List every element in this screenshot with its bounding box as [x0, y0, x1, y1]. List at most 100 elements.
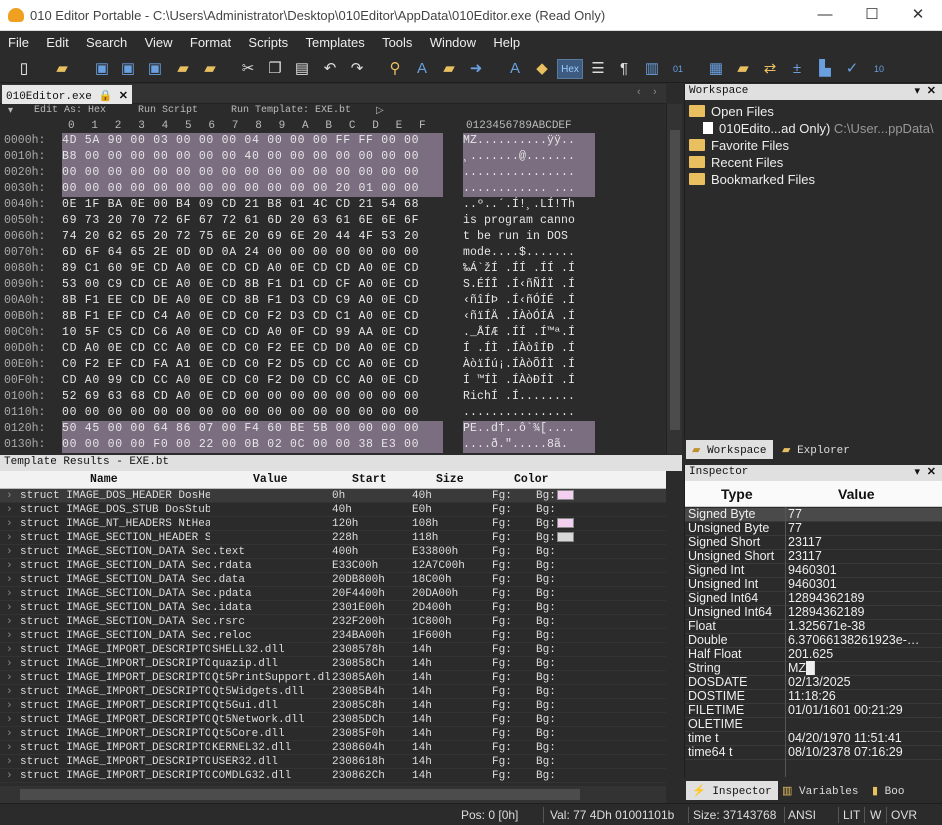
inspector-row[interactable]: Half Float 201.625	[685, 647, 942, 662]
hex-row-bytes[interactable]: 4D 5A 90 00 03 00 00 00 04 00 00 00 FF F…	[62, 133, 443, 149]
hex-row-ascii[interactable]: ‹ñïÍÄ .ÍÀòÓÍÁ .Í	[463, 309, 595, 325]
inspector-value[interactable]: MZ█	[788, 661, 923, 675]
template-row[interactable]: › struct IMAGE_SECTION_DATA Sec… .rsrc 232F…	[0, 615, 666, 629]
tab-prev-icon[interactable]: ‹	[637, 86, 641, 98]
hex-row[interactable]: 00D0h: CD A0 0E CD CC A0 0E CD C0 F2 EE C…	[0, 341, 666, 357]
panel-menu-icon[interactable]: ▾	[914, 84, 920, 98]
color-swatch[interactable]	[557, 518, 574, 528]
inspector-value[interactable]: 77	[788, 507, 923, 521]
hex-row-ascii[interactable]: is program canno	[463, 213, 595, 229]
histogram-icon[interactable]: ▙	[815, 59, 835, 79]
inspector-row[interactable]: Float 1.325671e-38	[685, 619, 942, 634]
menu-search[interactable]: Search	[78, 31, 133, 50]
tab-variables[interactable]: ▥ Variables	[776, 781, 864, 800]
inspector-row[interactable]: OLETIME	[685, 717, 942, 732]
ws-recent-files[interactable]: Recent Files	[689, 155, 783, 170]
paragraph-icon[interactable]: ¶	[614, 59, 634, 79]
hex-row-bytes[interactable]: 74 20 62 65 20 72 75 6E 20 69 6E 20 44 4…	[62, 229, 443, 245]
open-file-icon[interactable]: ▰	[52, 59, 72, 79]
template-row[interactable]: › struct IMAGE_IMPORT_DESCRIPTO… SHELL32.d…	[0, 643, 666, 657]
expand-arrow-icon[interactable]: ›	[6, 574, 13, 586]
tab-close-icon[interactable]: ✕	[119, 91, 128, 103]
hex-row-ascii[interactable]: S.ÉÍÎ .Í‹ñÑÍÏ .Í	[463, 277, 595, 293]
hex-row[interactable]: 0010h: B8 00 00 00 00 00 00 00 40 00 00 0…	[0, 149, 666, 165]
status-encoding[interactable]: ANSI	[788, 808, 816, 822]
template-row[interactable]: › struct IMAGE_IMPORT_DESCRIPTO… COMDLG32.…	[0, 769, 666, 783]
hscroll-thumb[interactable]	[20, 789, 580, 800]
maximize-button[interactable]: ☐	[857, 4, 887, 26]
hex-row-bytes[interactable]: 50 45 00 00 64 86 07 00 F4 60 BE 5B 00 0…	[62, 421, 443, 437]
hex-row-bytes[interactable]: 00 00 00 00 00 00 00 00 00 00 00 00 00 0…	[62, 405, 443, 421]
ws-bookmarked-files[interactable]: Bookmarked Files	[689, 172, 815, 187]
inspector-value[interactable]: 08/10/2378 07:16:29	[788, 745, 923, 759]
inspector-value[interactable]: 9460301	[788, 563, 923, 577]
menu-edit[interactable]: Edit	[38, 31, 74, 50]
expand-arrow-icon[interactable]: ›	[6, 518, 13, 530]
hex-row-bytes[interactable]: CD A0 99 CD CC A0 0E CD C0 F2 D0 CD CC A…	[62, 373, 443, 389]
template-row[interactable]: › struct IMAGE_IMPORT_DESCRIPTO… Qt5PrintS…	[0, 671, 666, 685]
template-row[interactable]: › struct IMAGE_SECTION_DATA Sec… .text 400h…	[0, 545, 666, 559]
template-row[interactable]: › struct IMAGE_SECTION_DATA Sec… .rdata E33…	[0, 559, 666, 573]
minimize-button[interactable]: —	[810, 4, 840, 26]
status-endian[interactable]: LIT	[843, 808, 860, 822]
hex-row-bytes[interactable]: 0E 1F BA 0E 00 B4 09 CD 21 B8 01 4C CD 2…	[62, 197, 443, 213]
menu-view[interactable]: View	[137, 31, 179, 50]
find-in-files-icon[interactable]: ▰	[439, 59, 459, 79]
hex-row-ascii[interactable]: ................	[463, 405, 595, 421]
inspector-value[interactable]: 02/13/2025	[788, 675, 923, 689]
hex-row[interactable]: 0030h: 00 00 00 00 00 00 00 00 00 00 00 0…	[0, 181, 666, 197]
scroll-thumb[interactable]	[670, 130, 680, 430]
font-icon[interactable]: A	[505, 59, 525, 79]
hex-row-ascii[interactable]: ÀòïÍú¡.ÍÀòÕÍÌ .Í	[463, 357, 595, 373]
compare-icon[interactable]: ▰	[733, 59, 753, 79]
cut-icon[interactable]: ✂	[238, 59, 258, 79]
hex-row-bytes[interactable]: 00 00 00 00 F0 00 22 00 0B 02 0C 00 00 3…	[62, 437, 443, 453]
checksum-icon[interactable]: ✓	[842, 59, 862, 79]
menu-help[interactable]: Help	[485, 31, 526, 50]
hex-row-bytes[interactable]: 00 00 00 00 00 00 00 00 00 00 00 00 00 0…	[62, 165, 443, 181]
hex-row[interactable]: 0070h: 6D 6F 64 65 2E 0D 0D 0A 24 00 00 0…	[0, 245, 666, 261]
hex-row-ascii[interactable]: MZ..........ÿÿ..	[463, 133, 595, 149]
inspector-row[interactable]: time64 t 08/10/2378 07:16:29	[685, 745, 942, 760]
inspector-row[interactable]: Signed Int 9460301	[685, 563, 942, 578]
status-wrap[interactable]: W	[870, 808, 881, 822]
paste-icon[interactable]: ▤	[292, 59, 312, 79]
inspector-row[interactable]: String MZ█	[685, 661, 942, 676]
hex-row[interactable]: 00E0h: C0 F2 EF CD FA A1 0E CD C0 F2 D5 C…	[0, 357, 666, 373]
col-name[interactable]: Name	[90, 473, 118, 486]
operations-icon[interactable]: ±	[787, 59, 807, 79]
calculator-icon[interactable]: ▦	[706, 59, 726, 79]
expand-arrow-icon[interactable]: ›	[6, 728, 13, 740]
open-folder-icon[interactable]: ▰	[173, 59, 193, 79]
hex-row-ascii[interactable]: ....ð.".....8ã.	[463, 437, 595, 453]
color-swatch[interactable]	[557, 490, 574, 500]
expand-arrow-icon[interactable]: ›	[6, 490, 13, 502]
hex-row-bytes[interactable]: 52 69 63 68 CD A0 0E CD 00 00 00 00 00 0…	[62, 389, 443, 405]
base-convert-icon[interactable]: 10	[869, 59, 889, 79]
swap-icon[interactable]: ⇄	[760, 59, 780, 79]
expand-arrow-icon[interactable]: ›	[6, 686, 13, 698]
copy-icon[interactable]: ❐	[265, 59, 285, 79]
hex-row-bytes[interactable]: C0 F2 EF CD FA A1 0E CD C0 F2 D5 CD CC A…	[62, 357, 443, 373]
hex-row-ascii[interactable]: ‰Á`žÍ .ÍÍ .ÍÍ .Í	[463, 261, 595, 277]
color-swatch[interactable]	[557, 532, 574, 542]
expand-arrow-icon[interactable]: ›	[6, 504, 13, 516]
expand-arrow-icon[interactable]: ›	[6, 546, 13, 558]
hex-mode-toggle[interactable]: Hex	[557, 59, 583, 79]
tab-010editor-exe[interactable]: 010Editor.exe 🔒 ✕	[2, 85, 132, 104]
col-start[interactable]: Start	[352, 473, 387, 486]
expand-arrow-icon[interactable]: ›	[6, 714, 13, 726]
inspector-close-icon[interactable]: ✕	[927, 465, 936, 479]
hex-row[interactable]: 0020h: 00 00 00 00 00 00 00 00 00 00 00 0…	[0, 165, 666, 181]
hex-row-ascii[interactable]: t be run in DOS	[463, 229, 595, 245]
hex-vertical-scrollbar[interactable]	[666, 104, 682, 454]
goto-icon[interactable]: ➜	[466, 59, 486, 79]
expand-arrow-icon[interactable]: ›	[6, 630, 13, 642]
hex-row[interactable]: 0120h: 50 45 00 00 64 86 07 00 F4 60 BE 5…	[0, 421, 666, 437]
hex-row[interactable]: 00B0h: 8B F1 EF CD C4 A0 0E CD C0 F2 D3 C…	[0, 309, 666, 325]
hex-row[interactable]: 0040h: 0E 1F BA 0E 00 B4 09 CD 21 B8 01 4…	[0, 197, 666, 213]
save-icon[interactable]: ▣	[92, 59, 112, 79]
inspector-value[interactable]: 04/20/1970 11:51:41	[788, 731, 923, 745]
template-row[interactable]: › struct IMAGE_SECTION_DATA Sec… .data 20DB…	[0, 573, 666, 587]
col-color[interactable]: Color	[514, 473, 549, 486]
